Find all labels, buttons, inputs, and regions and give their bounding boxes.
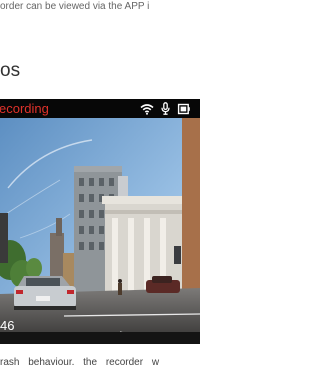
microphone-icon <box>161 102 170 115</box>
dashcam-screenshot: ecording 46 <box>0 99 200 344</box>
dashcam-road-scene <box>0 118 200 344</box>
recording-time-counter: 46 <box>0 318 15 333</box>
wifi-icon <box>140 103 154 115</box>
camera-status-bar: ecording <box>0 99 200 118</box>
battery-icon <box>177 103 190 115</box>
section-heading: os <box>0 60 21 81</box>
caption-bottom-text: rash behaviour, the recorder w <box>0 357 160 365</box>
recording-status-label: ecording <box>0 101 49 116</box>
status-icons <box>140 101 190 116</box>
caption-top-text: order can be viewed via the APP i <box>0 1 150 12</box>
manual-page: order can be viewed via the APP i os eco… <box>0 0 243 365</box>
